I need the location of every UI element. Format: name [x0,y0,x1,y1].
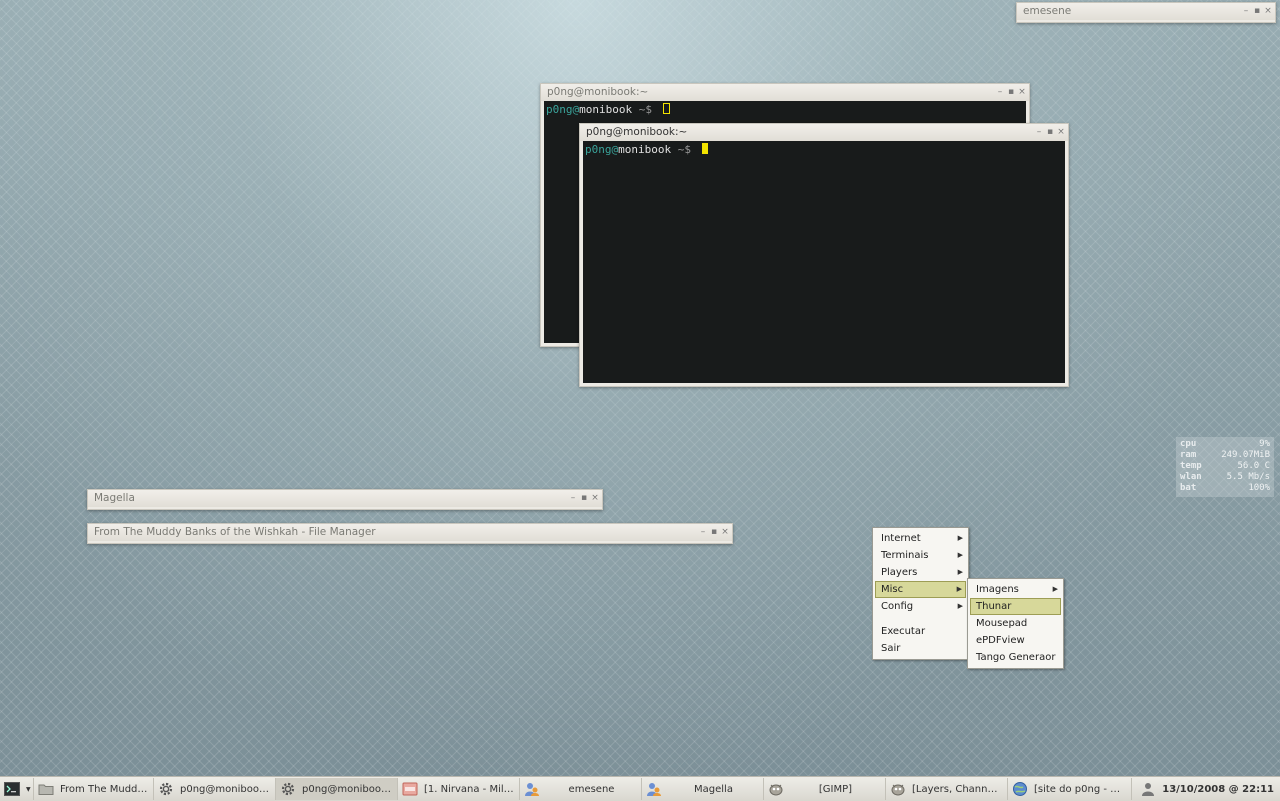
monitor-row-cpu: cpu 9% [1180,439,1270,449]
system-monitor: cpu 9% ram 249.07MiB temp 56.0 C wlan 5.5 Mb… [1176,437,1274,497]
magella-window[interactable]: Magella – ▪ × [87,489,603,510]
gear-icon [159,782,173,796]
terminal-window-front[interactable]: p0ng@monibook:~ – ▪ × p0ng@monibook ~$ [579,123,1069,387]
terminal-icon [4,782,20,796]
user-icon [1142,783,1155,796]
maximize-button[interactable]: ▪ [710,524,718,541]
taskbar-item-browser[interactable]: [site do p0ng - Gr... [1008,778,1132,800]
menu-item-epdfview[interactable]: ePDFview [970,632,1061,649]
window-title: p0ng@monibook:~ [586,126,688,138]
terminal-titlebar[interactable]: p0ng@monibook:~ – ▪ × [541,84,1029,101]
monitor-row-bat: bat 100% [1180,483,1270,493]
emesene-window[interactable]: emesene – ▪ × [1016,2,1276,23]
close-button[interactable]: × [1264,3,1272,20]
file-manager-titlebar[interactable]: From The Muddy Banks of the Wishkah - Fi… [88,524,732,541]
maximize-button[interactable]: ▪ [1007,84,1015,101]
window-title: emesene [1023,5,1072,17]
globe-icon [1013,782,1027,796]
folder-icon [38,784,54,795]
monitor-row-temp: temp 56.0 C [1180,461,1270,471]
taskbar-item-magella[interactable]: Magella [642,778,764,800]
messenger-icon [525,783,539,796]
monitor-row-ram: ram 249.07MiB [1180,450,1270,460]
submenu-arrow-icon: ▶ [957,551,963,559]
monitor-row-wlan: wlan 5.5 Mb/s [1180,472,1270,482]
terminal-launcher-button[interactable]: ▼ [0,778,34,800]
window-title: From The Muddy Banks of the Wishkah - Fi… [94,526,376,538]
maximize-button[interactable]: ▪ [1253,3,1261,20]
prompt-user: p0ng@ [585,143,619,156]
taskbar-item-emesene[interactable]: emesene [520,778,642,800]
taskbar-item-music-player[interactable]: [1. Nirvana - Milk ... [398,778,520,800]
taskbar-item-gimp[interactable]: [GIMP] [764,778,886,800]
root-menu: Internet ▶ Terminais ▶ Players ▶ Misc ▶ Conf… [872,527,969,660]
text-cursor [701,143,708,154]
submenu-arrow-icon: ▶ [1052,585,1058,593]
submenu-arrow-icon: ▶ [957,534,963,542]
maximize-button[interactable]: ▪ [1046,124,1054,141]
menu-item-players[interactable]: Players ▶ [875,564,966,581]
clock-text: 13/10/2008 @ 22:11 [1162,783,1274,795]
taskbar-item-gimp-layers[interactable]: [Layers, Channel... [886,778,1008,800]
menu-item-tango-generaor[interactable]: Tango Generaor [970,649,1061,666]
messenger-icon [647,783,661,796]
emesene-titlebar[interactable]: emesene – ▪ × [1017,3,1275,20]
menu-item-config[interactable]: Config ▶ [875,598,966,615]
taskbar-item-terminal-2[interactable]: p0ng@monibook:~ [276,778,398,800]
menu-item-imagens[interactable]: Imagens ▶ [970,581,1061,598]
taskbar: ▼ From The Muddy ... p0ng@monibook:~ p0n… [0,776,1280,801]
gimp-icon [891,784,905,796]
close-button[interactable]: × [1018,84,1026,101]
menu-item-terminais[interactable]: Terminais ▶ [875,547,966,564]
minimize-button[interactable]: – [996,84,1004,101]
close-button[interactable]: × [1057,124,1065,141]
gear-icon [281,782,295,796]
menu-item-internet[interactable]: Internet ▶ [875,530,966,547]
taskbar-item-terminal-1[interactable]: p0ng@monibook:~ [154,778,276,800]
prompt-path: ~$ [671,143,698,156]
clock[interactable]: 13/10/2008 @ 22:11 [1132,778,1280,800]
window-title: Magella [94,492,135,504]
launcher-dropdown-icon: ▼ [26,785,31,793]
terminal-titlebar[interactable]: p0ng@monibook:~ – ▪ × [580,124,1068,141]
misc-submenu: Imagens ▶ Thunar Mousepad ePDFview Tango … [967,578,1064,669]
menu-item-thunar[interactable]: Thunar [970,598,1061,615]
window-title: p0ng@monibook:~ [547,86,649,98]
music-player-icon [402,782,418,796]
prompt-user: p0ng@ [546,103,580,116]
menu-item-misc[interactable]: Misc ▶ [875,581,966,598]
prompt-host: monibook [579,103,633,116]
minimize-button[interactable]: – [569,490,577,507]
text-cursor [662,103,670,114]
submenu-arrow-icon: ▶ [957,568,963,576]
minimize-button[interactable]: – [1035,124,1043,141]
submenu-arrow-icon: ▶ [957,602,963,610]
menu-item-mousepad[interactable]: Mousepad [970,615,1061,632]
menu-item-sair[interactable]: Sair [875,640,966,657]
terminal-area[interactable]: p0ng@monibook ~$ [583,141,1065,383]
gimp-icon [769,784,783,796]
magella-titlebar[interactable]: Magella – ▪ × [88,490,602,507]
menu-separator [873,615,968,623]
submenu-arrow-icon: ▶ [956,585,962,593]
minimize-button[interactable]: – [1242,3,1250,20]
file-manager-window[interactable]: From The Muddy Banks of the Wishkah - Fi… [87,523,733,544]
maximize-button[interactable]: ▪ [580,490,588,507]
minimize-button[interactable]: – [699,524,707,541]
prompt-host: monibook [618,143,672,156]
close-button[interactable]: × [721,524,729,541]
prompt-path: ~$ [632,103,659,116]
menu-item-executar[interactable]: Executar [875,623,966,640]
taskbar-item-file-manager[interactable]: From The Muddy ... [34,778,154,800]
close-button[interactable]: × [591,490,599,507]
